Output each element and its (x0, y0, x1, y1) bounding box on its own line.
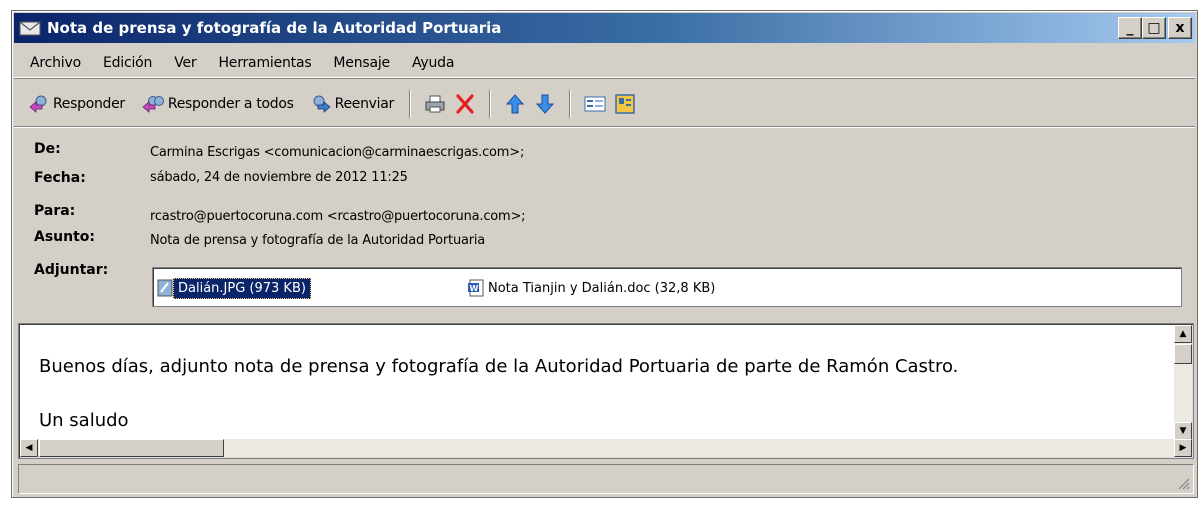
reply-icon (29, 95, 47, 113)
contact-card-icon (615, 93, 635, 114)
maximize-icon: □ (1147, 20, 1161, 36)
forward-button[interactable]: Reenviar (310, 89, 400, 119)
window-title: Nota de prensa y fotografía de la Autori… (47, 19, 502, 37)
to-label: Para: (34, 203, 76, 219)
triangle-right-icon: ▶ (1179, 442, 1187, 453)
address-book-icon (584, 96, 606, 111)
subject-label: Asunto: (34, 229, 96, 245)
scroll-down-button[interactable]: ▼ (1174, 422, 1192, 440)
menu-mensaje[interactable]: Mensaje (322, 55, 401, 71)
attachment-name: Dalián.JPG (973 KB) (173, 277, 311, 299)
forward-label: Reenviar (334, 95, 395, 112)
menu-bar: Archivo Edición Ver Herramientas Mensaje… (14, 48, 1195, 78)
vertical-scroll-thumb[interactable] (1174, 344, 1192, 364)
addresses-button[interactable] (580, 89, 610, 119)
triangle-left-icon: ◀ (25, 442, 33, 453)
maximize-button[interactable]: □ (1142, 17, 1166, 39)
reply-button[interactable]: Responder (28, 89, 131, 119)
triangle-up-icon: ▲ (1179, 328, 1187, 339)
title-bar[interactable]: Nota de prensa y fotografía de la Autori… (14, 13, 1195, 43)
svg-text:W: W (470, 284, 479, 293)
close-icon: x (1175, 20, 1185, 36)
arrow-up-icon (505, 93, 524, 113)
from-value: Carmina Escrigas <comunicacion@carminaes… (150, 145, 525, 160)
envelope-icon (19, 21, 41, 36)
scroll-left-button[interactable]: ◀ (20, 439, 38, 457)
arrow-down-icon (535, 94, 554, 114)
menu-ayuda[interactable]: Ayuda (401, 55, 465, 71)
delete-button[interactable] (450, 89, 480, 119)
previous-button[interactable] (500, 89, 530, 119)
minimize-icon: _ (1126, 20, 1134, 36)
toolbar-separator (488, 89, 491, 118)
attachment-name: Nota Tianjin y Dalián.doc (32,8 KB) (488, 280, 716, 296)
email-window: Nota de prensa y fotografía de la Autori… (11, 10, 1198, 498)
horizontal-scroll-thumb[interactable] (39, 439, 224, 457)
menu-herramientas[interactable]: Herramientas (207, 55, 322, 71)
toolbar: Responder Responder a todos Reenviar (14, 81, 1195, 127)
printer-icon (425, 95, 445, 112)
word-document-icon: W (468, 279, 484, 297)
scroll-up-button[interactable]: ▲ (1174, 325, 1192, 343)
from-label: De: (34, 141, 61, 157)
date-label: Fecha: (34, 170, 86, 186)
scroll-right-button[interactable]: ▶ (1174, 439, 1192, 457)
reply-all-label: Responder a todos (167, 95, 294, 112)
to-value: rcastro@puertocoruna.com <rcastro@puerto… (150, 209, 526, 224)
delete-x-icon (456, 93, 474, 114)
menu-ver[interactable]: Ver (163, 55, 207, 71)
reply-all-button[interactable]: Responder a todos (141, 89, 300, 119)
attachment-list: Dalián.JPG (973 KB) W Nota Tianjin y Dal… (152, 267, 1182, 307)
message-body[interactable]: Buenos días, adjunto nota de prensa y fo… (18, 323, 1194, 459)
minimize-button[interactable]: _ (1118, 17, 1142, 39)
toolbar-separator (568, 89, 571, 118)
triangle-down-icon: ▼ (1179, 425, 1187, 436)
print-button[interactable] (420, 89, 450, 119)
next-button[interactable] (530, 89, 560, 119)
attach-label: Adjuntar: (34, 262, 109, 278)
menu-archivo[interactable]: Archivo (14, 55, 92, 71)
menu-edicion[interactable]: Edición (92, 55, 163, 71)
resize-grip-icon[interactable] (1176, 476, 1190, 490)
reply-all-icon (142, 95, 164, 113)
reply-label: Responder (53, 95, 125, 112)
body-line: Un saludo (39, 410, 129, 431)
toolbar-separator (408, 89, 411, 118)
date-value: sábado, 24 de noviembre de 2012 11:25 (150, 170, 408, 185)
subject-value: Nota de prensa y fotografía de la Autori… (150, 233, 486, 248)
contacts-button[interactable] (610, 89, 640, 119)
horizontal-scrollbar[interactable]: ◀ ▶ (20, 439, 1192, 457)
attachment-item[interactable]: Dalián.JPG (973 KB) (157, 276, 311, 300)
body-line: Buenos días, adjunto nota de prensa y fo… (39, 356, 959, 377)
attachment-item[interactable]: W Nota Tianjin y Dalián.doc (32,8 KB) (467, 276, 718, 300)
vertical-scrollbar[interactable]: ▲ ▼ (1174, 325, 1192, 441)
image-file-icon (157, 279, 173, 297)
status-bar (18, 464, 1194, 494)
window-controls: _ □ x (1118, 17, 1192, 39)
close-button[interactable]: x (1168, 17, 1192, 39)
forward-icon (313, 95, 331, 113)
